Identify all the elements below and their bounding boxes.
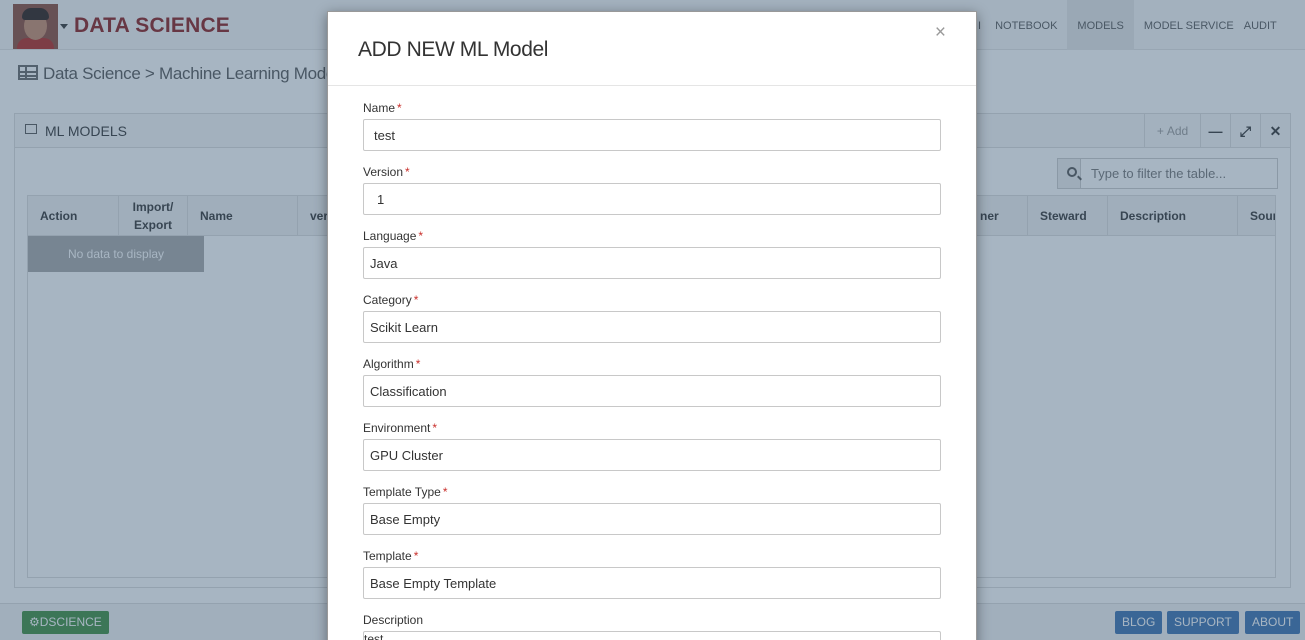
environment-field-group: Environment * GPU Cluster xyxy=(363,421,941,471)
name-input[interactable]: test xyxy=(363,119,941,151)
description-field-group: Description test xyxy=(363,613,941,640)
description-textarea[interactable]: test xyxy=(363,631,941,640)
category-select[interactable]: Scikit Learn xyxy=(363,311,941,343)
close-icon[interactable]: × xyxy=(935,22,946,44)
version-input[interactable]: 1 xyxy=(363,183,941,215)
version-field-group: Version * 1 xyxy=(363,165,941,215)
description-label: Description xyxy=(363,613,424,627)
version-label: Version * xyxy=(363,165,410,179)
name-field-group: Name * test xyxy=(363,101,941,151)
template-label: Template * xyxy=(363,549,419,563)
template-type-select[interactable]: Base Empty xyxy=(363,503,941,535)
dialog-title: ADD NEW ML Model xyxy=(358,38,549,61)
language-field-group: Language * Java xyxy=(363,229,941,279)
template-type-label: Template Type * xyxy=(363,485,448,499)
language-select[interactable]: Java xyxy=(363,247,941,279)
add-model-dialog: ADD NEW ML Model × Name * test Version * 1… xyxy=(327,11,977,640)
algorithm-label: Algorithm * xyxy=(363,357,421,371)
environment-label: Environment * xyxy=(363,421,438,435)
environment-select[interactable]: GPU Cluster xyxy=(363,439,941,471)
algorithm-select[interactable]: Classification xyxy=(363,375,941,407)
category-field-group: Category * Scikit Learn xyxy=(363,293,941,343)
template-field-group: Template * Base Empty Template xyxy=(363,549,941,599)
category-label: Category * xyxy=(363,293,419,307)
language-label: Language * xyxy=(363,229,424,243)
template-type-field-group: Template Type * Base Empty xyxy=(363,485,941,535)
template-select[interactable]: Base Empty Template xyxy=(363,567,941,599)
dialog-header: ADD NEW ML Model × xyxy=(328,12,976,86)
name-label: Name * xyxy=(363,101,402,115)
algorithm-field-group: Algorithm * Classification xyxy=(363,357,941,407)
